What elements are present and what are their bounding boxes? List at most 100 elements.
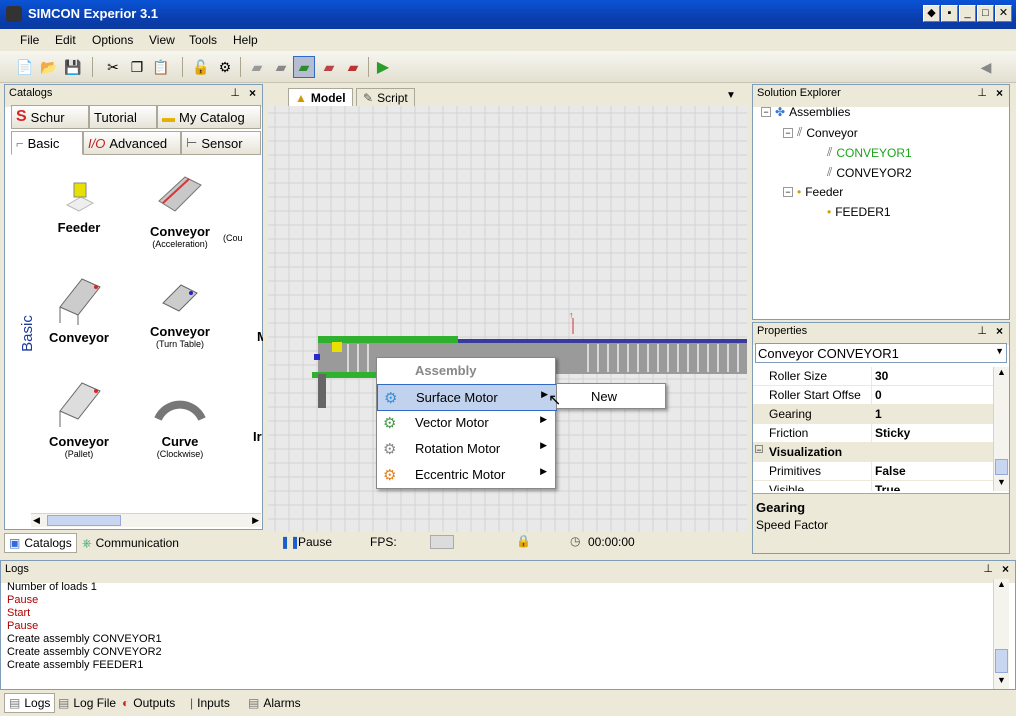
scroll-up-icon[interactable]: ▲ [997,367,1006,377]
conveyor-gray-icon[interactable]: ▰ [246,56,268,78]
property-value[interactable]: True [875,483,900,491]
new-file-icon[interactable]: 📄 [14,56,36,78]
scroll-up-icon[interactable]: ▲ [997,579,1006,589]
tree-node-feeder1[interactable]: • FEEDER1 [827,205,891,219]
property-value[interactable]: 0 [875,388,882,402]
tab-schur[interactable]: S Schur [11,105,89,129]
tab-outputs[interactable]: ◐ Outputs [118,693,179,713]
tab-catalogs[interactable]: ▣ Catalogs [4,533,77,553]
pin-icon[interactable]: ⊥ [977,324,987,337]
property-row[interactable]: Roller Size 30 [753,367,993,386]
catalog-item-conveyor-turntable[interactable]: Conveyor (Turn Table) [135,275,225,349]
play-icon[interactable]: ▶ [372,56,394,78]
tree-node-conveyor1[interactable]: ⫽ CONVEYOR1 [827,145,912,160]
scroll-right-icon[interactable]: ▶ [252,515,259,526]
close-icon[interactable]: × [996,86,1003,100]
catalog-item-partial[interactable]: Ir [223,385,263,444]
property-row-selected[interactable]: Gearing 1 [753,405,993,424]
pin-icon[interactable]: ⊥ [230,86,240,99]
property-row[interactable]: Roller Start Offse 0 [753,386,993,405]
scroll-thumb[interactable] [995,649,1008,673]
minimize-button[interactable]: _ [959,5,976,22]
collapse-icon[interactable]: − [761,107,771,117]
horizontal-scrollbar[interactable]: ◀ ▶ [31,513,261,527]
vertical-scrollbar[interactable]: ▲ ▼ [993,579,1009,689]
scroll-down-icon[interactable]: ▼ [997,477,1006,487]
tab-logs[interactable]: ▤ Logs [4,693,56,713]
tab-dropdown-icon[interactable]: ▼ [726,90,736,101]
tree-node-feeder[interactable]: − • Feeder [783,185,843,199]
menu-tools[interactable]: Tools [189,33,217,47]
menu-view[interactable]: View [149,33,175,47]
cut-icon[interactable]: ✂ [102,56,124,78]
menu-options[interactable]: Options [92,33,133,47]
3d-viewport[interactable]: ↑ Assembly ⚙ Surface Motor ▶ ⚙ Vector Mo… [268,106,747,532]
menu-file[interactable]: File [20,33,39,47]
catalog-item-conveyor-acceleration[interactable]: Conveyor (Acceleration) [135,171,225,249]
conveyor-dark-icon[interactable]: ▰ [270,56,292,78]
collapse-icon[interactable]: − [783,187,793,197]
object-selector[interactable]: Conveyor CONVEYOR1 ▼ [755,343,1007,363]
property-row[interactable]: Friction Sticky [753,424,993,443]
tree-node-conveyor2[interactable]: ⫽ CONVEYOR2 [827,165,912,180]
copy-icon[interactable]: ❐ [126,56,148,78]
maximize-button[interactable]: □ [977,5,994,22]
conveyor-red2-icon[interactable]: ▰ [342,56,364,78]
lock-icon[interactable]: 🔓 [190,56,212,78]
property-value[interactable]: 30 [875,369,888,383]
menu-item-vector-motor[interactable]: ⚙ Vector Motor ▶ [377,410,555,435]
scroll-thumb[interactable] [47,515,121,526]
scroll-left-icon[interactable]: ◀ [33,515,40,526]
menu-item-eccentric-motor[interactable]: ⚙ Eccentric Motor ▶ [377,462,555,487]
tree-node-assemblies[interactable]: − ✤ Assemblies [761,105,850,119]
close-icon[interactable]: × [1002,562,1009,576]
paste-icon[interactable]: 📋 [150,56,172,78]
property-row[interactable]: Primitives False [753,462,993,481]
tab-script[interactable]: ✎ Script [356,88,415,106]
tab-basic[interactable]: ⌐ Basic [11,131,83,155]
close-button[interactable]: ✕ [995,5,1012,22]
scroll-down-icon[interactable]: ▼ [997,675,1006,685]
menu-item-rotation-motor[interactable]: ⚙ Rotation Motor ▶ [377,436,555,461]
pause-label[interactable]: Pause [298,535,332,549]
close-icon[interactable]: × [996,324,1003,338]
chevron-down-icon[interactable]: ▼ [995,346,1004,356]
menu-help[interactable]: Help [233,33,258,47]
tab-my-catalog[interactable]: ▬ My Catalog [157,105,261,129]
tab-sensor[interactable]: ⊢ Sensor [181,131,261,155]
menu-icon[interactable]: ▪ [941,5,958,22]
collapse-icon[interactable]: − [755,445,763,455]
close-icon[interactable]: × [249,86,256,100]
menu-item-surface-motor[interactable]: ⚙ Surface Motor ▶ [377,384,557,411]
menu-edit[interactable]: Edit [55,33,76,47]
restore-down-icon[interactable]: ◆ [923,5,940,22]
tab-advanced[interactable]: I/O Advanced [83,131,181,155]
lock-icon[interactable]: 🔒 [516,534,531,548]
catalog-item-feeder[interactable]: Feeder [34,177,124,235]
pin-icon[interactable]: ⊥ [983,562,993,575]
tab-model[interactable]: ▲ Model [288,88,353,106]
save-icon[interactable]: 💾 [62,56,84,78]
catalog-item-conveyor-pallet[interactable]: Conveyor (Pallet) [34,375,124,459]
tree-node-conveyor[interactable]: − ⫽ Conveyor [783,125,858,140]
catalog-item-partial[interactable]: (Cou [223,181,263,243]
open-folder-icon[interactable]: 📂 [38,56,60,78]
conveyor-green-icon[interactable]: ▰ [293,56,315,78]
pin-icon[interactable]: ⊥ [977,86,987,99]
conveyor-red-icon[interactable]: ▰ [318,56,340,78]
tab-alarms[interactable]: ▤ Alarms [244,693,305,713]
tab-log-file[interactable]: ▤ Log File [54,693,120,713]
tab-inputs[interactable]: | Inputs [186,693,234,713]
property-row[interactable]: Visible True [753,481,993,491]
property-value[interactable]: False [875,464,906,478]
speaker-icon[interactable]: ◀ [975,56,997,78]
vertical-scrollbar[interactable]: ▲ ▼ [993,367,1009,491]
catalog-item-conveyor[interactable]: Conveyor [34,271,124,345]
tab-communication[interactable]: ⎈ Communication [78,533,183,553]
menu-item-new[interactable]: New [557,384,665,409]
catalog-item-partial[interactable]: M [223,285,263,344]
camera-icon[interactable]: ⚙ [214,56,236,78]
scroll-thumb[interactable] [995,459,1008,475]
property-value[interactable]: Sticky [875,426,910,440]
property-value[interactable]: 1 [875,407,882,421]
